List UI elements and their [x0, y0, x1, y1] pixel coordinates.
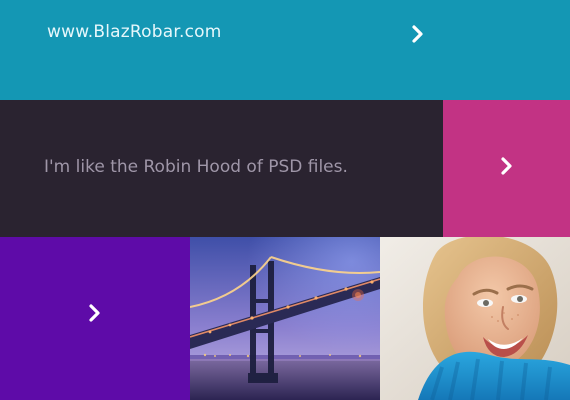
portrait-photo — [380, 237, 570, 400]
tile-grid: www.BlazRobar.com I'm like the Robin Hoo… — [0, 0, 570, 400]
magenta-next-tile[interactable] — [443, 100, 570, 237]
bridge-photo — [190, 237, 380, 400]
website-banner-tile[interactable]: www.BlazRobar.com — [0, 0, 570, 100]
website-link[interactable]: www.BlazRobar.com — [47, 22, 221, 42]
quote-text: I'm like the Robin Hood of PSD files. — [44, 157, 348, 177]
portrait-photo-image — [380, 237, 570, 400]
chevron-right-icon[interactable] — [82, 301, 106, 325]
quote-tile: I'm like the Robin Hood of PSD files. — [0, 100, 443, 237]
bridge-photo-image — [190, 237, 380, 400]
chevron-right-icon[interactable] — [494, 154, 518, 178]
purple-next-tile[interactable] — [0, 237, 190, 400]
chevron-right-icon[interactable] — [405, 22, 429, 46]
